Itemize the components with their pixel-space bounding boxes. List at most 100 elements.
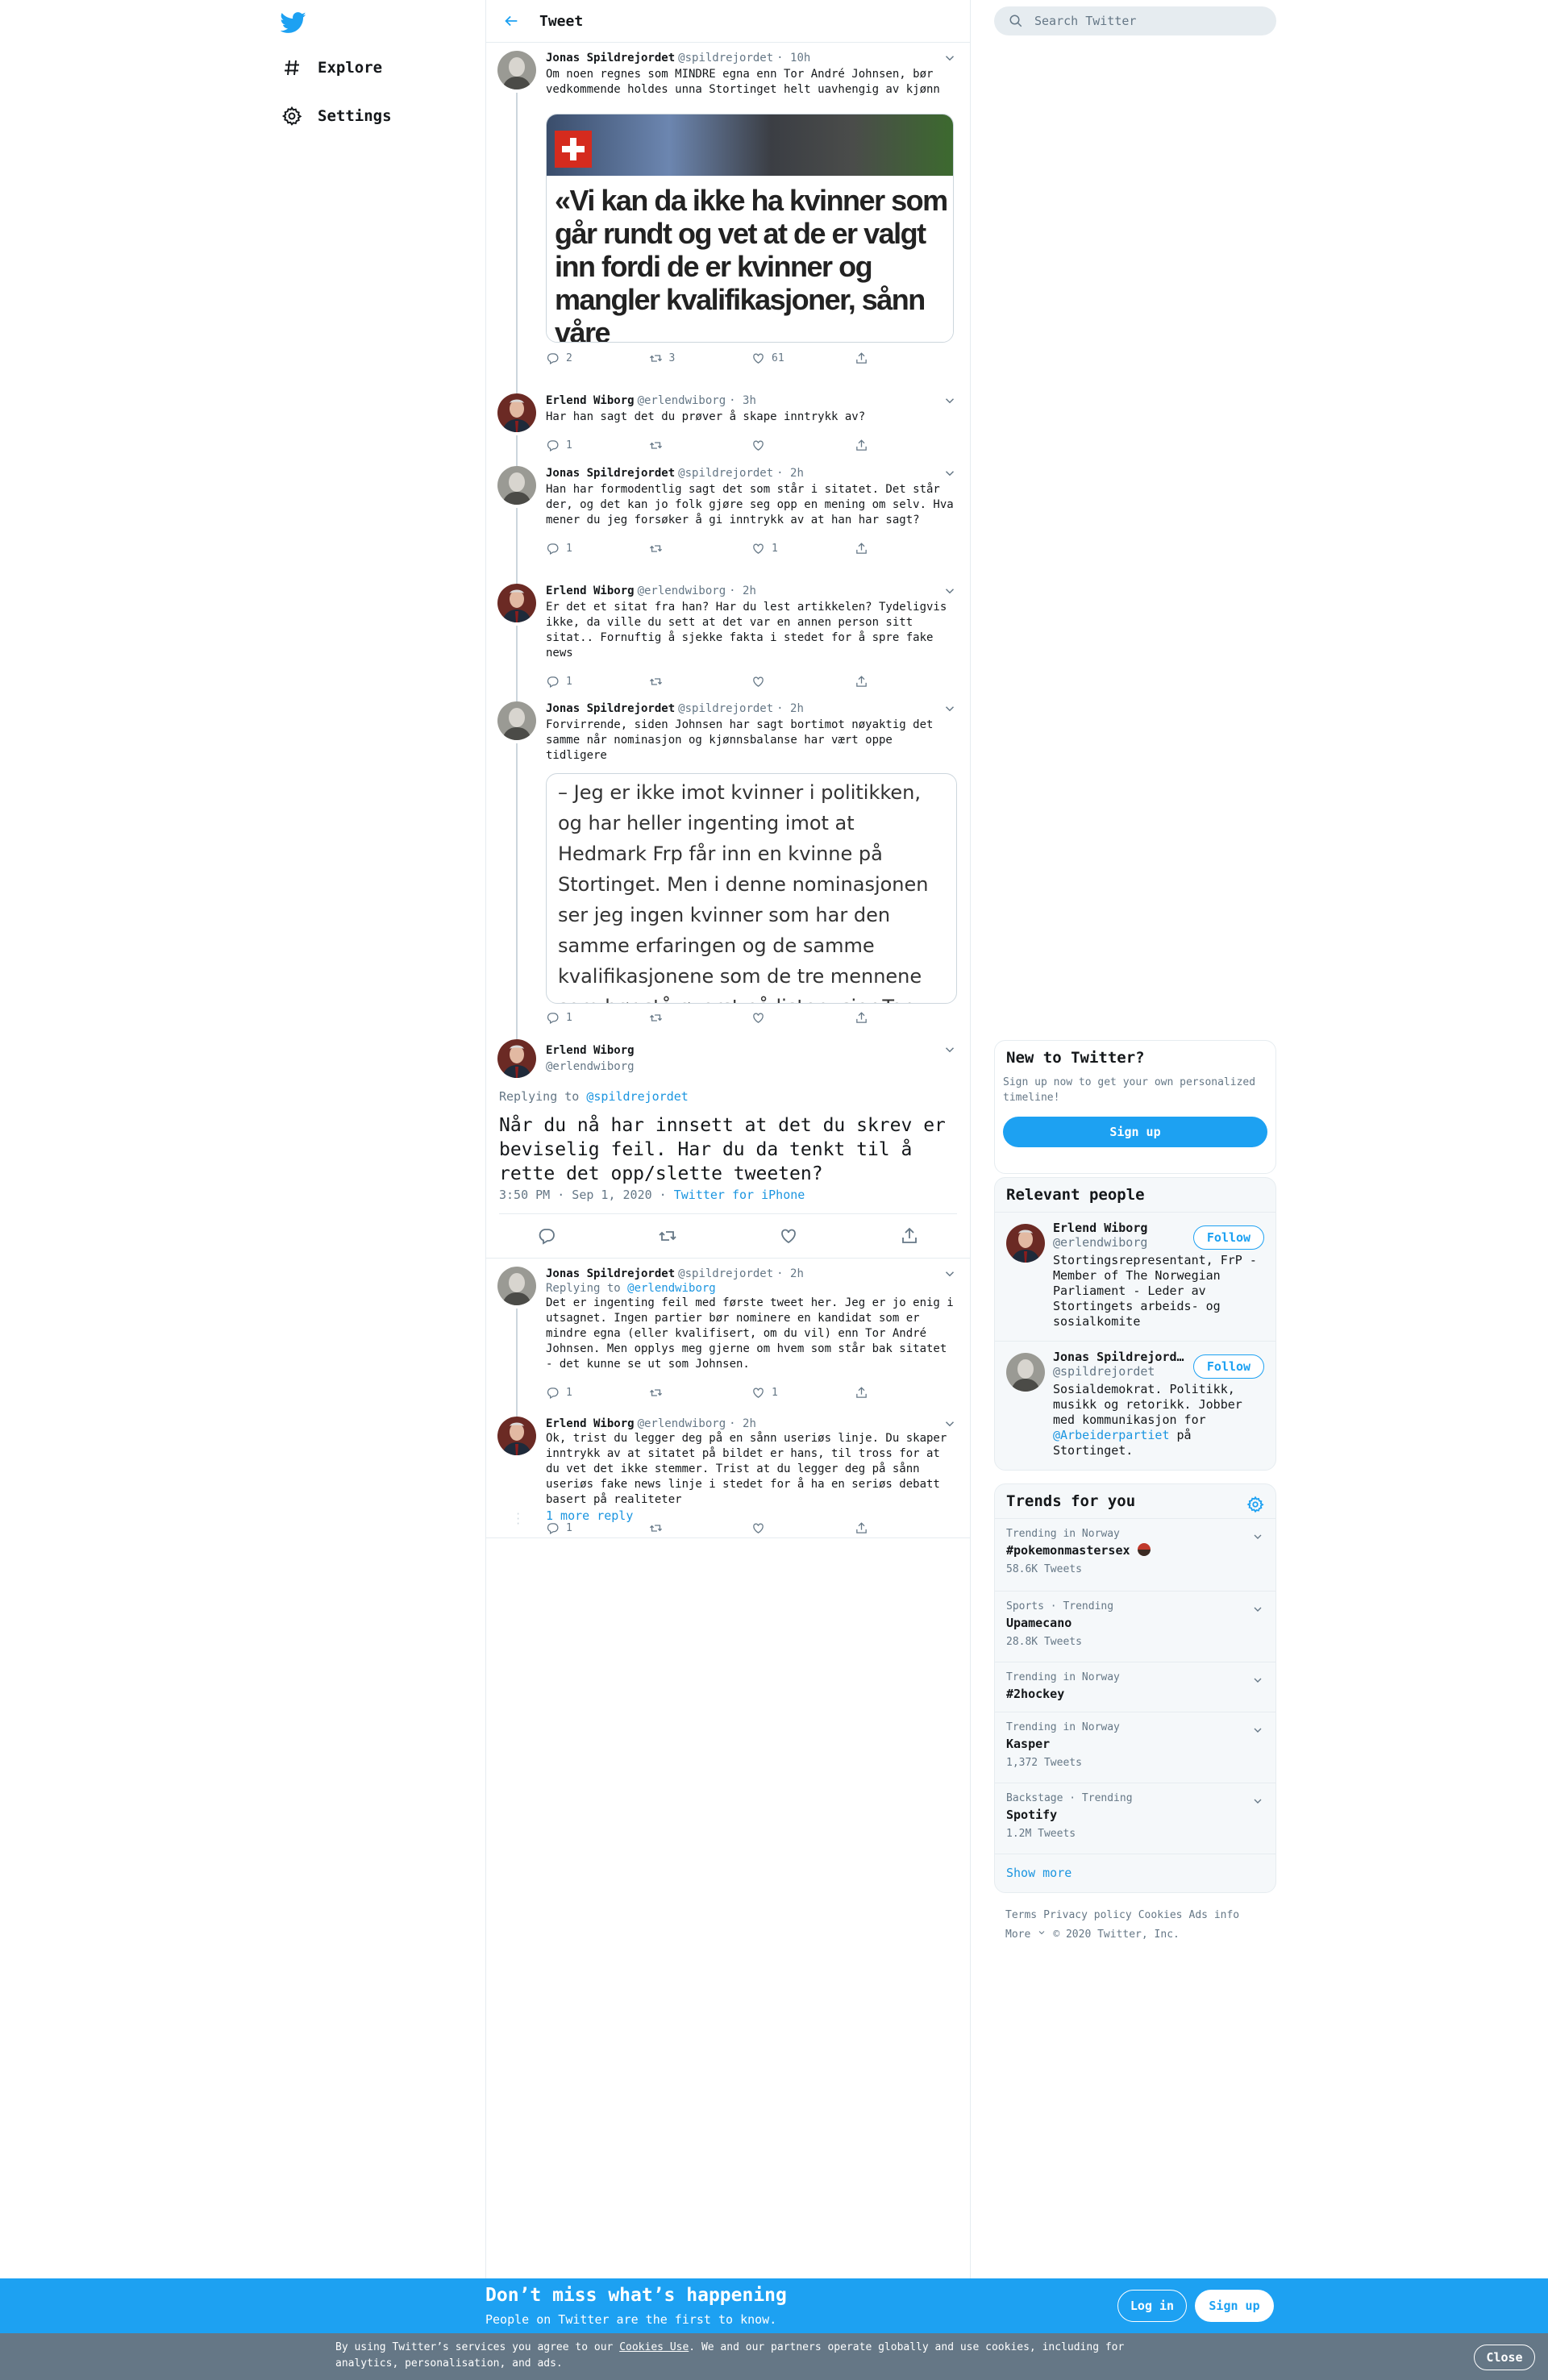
avatar[interactable] xyxy=(497,1417,536,1455)
tweet[interactable]: Jonas Spildrejordet @spildrejordet · 2h Ha… xyxy=(486,458,970,584)
trend-item[interactable]: Sports · Trending Upamecano 28.8K Tweets xyxy=(995,1591,1275,1662)
share-button[interactable] xyxy=(855,352,958,365)
chevron-down-icon[interactable] xyxy=(943,1417,957,1431)
person-item[interactable]: Erlend Wiborg @erlendwiborg Stortingsrep… xyxy=(995,1212,1275,1341)
like-button[interactable]: 1 xyxy=(751,1386,855,1400)
tweet-time[interactable]: · 10h xyxy=(776,51,810,65)
avatar[interactable] xyxy=(497,51,536,89)
chevron-down-icon[interactable] xyxy=(943,1042,957,1057)
nav-explore[interactable]: Explore xyxy=(281,52,382,84)
reply-button[interactable]: 1 xyxy=(546,1386,649,1400)
sidebar-signup-button[interactable]: Sign up xyxy=(1003,1117,1267,1147)
tweet-time[interactable]: · 2h xyxy=(776,466,804,481)
login-button[interactable]: Log in xyxy=(1117,2290,1187,2322)
tweet[interactable]: Jonas Spildrejordet @spildrejordet · 2h Re… xyxy=(486,1259,970,1417)
gear-icon[interactable] xyxy=(1246,1496,1264,1513)
author-handle[interactable]: @erlendwiborg xyxy=(638,393,726,408)
tweet[interactable]: Erlend Wiborg @erlendwiborg · 3h Har han s… xyxy=(486,385,970,466)
share-icon[interactable] xyxy=(900,1226,919,1246)
tweet-time[interactable]: · 3h xyxy=(729,393,756,408)
cookies-use-link[interactable]: Cookies Use xyxy=(619,2341,689,2353)
retweet-button[interactable] xyxy=(649,439,752,452)
tweet[interactable]: Erlend Wiborg @erlendwiborg · 2h Er det et… xyxy=(486,576,970,701)
footer-terms-link[interactable]: Terms xyxy=(1005,1909,1037,1921)
retweet-button[interactable] xyxy=(649,1386,752,1400)
back-arrow-icon[interactable] xyxy=(499,9,523,33)
author-handle[interactable]: @spildrejordet xyxy=(678,701,773,716)
chevron-down-icon[interactable] xyxy=(943,584,957,598)
author-handle[interactable]: @spildrejordet xyxy=(678,1267,773,1281)
author-handle[interactable]: @spildrejordet xyxy=(678,51,773,65)
reply-button[interactable]: 1 xyxy=(546,542,649,555)
retweet-button[interactable] xyxy=(649,542,752,555)
footer-cookies-link[interactable]: Cookies xyxy=(1138,1909,1183,1921)
tweet-time[interactable]: · 2h xyxy=(776,701,804,716)
retweet-button[interactable]: 3 xyxy=(649,352,752,365)
tweet-media-image[interactable]: «Vi kan da ikke ha kvinner som går rundt… xyxy=(546,114,954,343)
retweet-button[interactable] xyxy=(649,1011,752,1025)
like-button[interactable] xyxy=(751,675,855,689)
tweet-source-link[interactable]: Twitter for iPhone xyxy=(674,1188,805,1202)
tweet[interactable]: Jonas Spildrejordet @spildrejordet · 2h Fo… xyxy=(486,693,970,1039)
author-name[interactable]: Erlend Wiborg xyxy=(546,1417,635,1431)
person-item[interactable]: Jonas Spildrejord… @spildrejordet Sosial… xyxy=(995,1341,1275,1470)
like-button[interactable] xyxy=(751,1011,855,1025)
author-handle[interactable]: @erlendwiborg xyxy=(638,584,726,598)
author-name[interactable]: Jonas Spildrejordet xyxy=(546,51,675,65)
chevron-down-icon[interactable] xyxy=(943,393,957,408)
avatar[interactable] xyxy=(497,1267,536,1305)
chevron-down-icon[interactable] xyxy=(1251,1724,1264,1737)
avatar[interactable] xyxy=(497,584,536,622)
trend-item[interactable]: Backstage · Trending Spotify 1.2M Tweets xyxy=(995,1783,1275,1854)
footer-privacy-link[interactable]: Privacy policy xyxy=(1043,1909,1132,1921)
search-input[interactable]: Search Twitter xyxy=(994,6,1276,35)
avatar[interactable] xyxy=(1006,1353,1045,1392)
like-icon[interactable] xyxy=(779,1226,798,1246)
like-button[interactable] xyxy=(751,439,855,452)
tweet[interactable]: Erlend Wiborg @erlendwiborg · 2h Ok, trist… xyxy=(486,1408,970,1537)
reply-button[interactable]: 2 xyxy=(546,352,649,365)
share-button[interactable] xyxy=(855,1011,958,1025)
chevron-down-icon[interactable] xyxy=(1251,1795,1264,1808)
avatar[interactable] xyxy=(497,1039,536,1078)
author-name[interactable]: Erlend Wiborg xyxy=(546,1042,635,1059)
more-replies-link[interactable]: 1 more reply xyxy=(546,1508,633,1523)
reply-button[interactable]: 1 xyxy=(546,439,649,452)
avatar[interactable] xyxy=(497,701,536,740)
chevron-down-icon[interactable] xyxy=(1251,1603,1264,1616)
trend-item[interactable]: Trending in Norway #pokemonmastersex 58.… xyxy=(995,1518,1275,1591)
author-name[interactable]: Erlend Wiborg xyxy=(546,584,635,598)
author-handle[interactable]: @spildrejordet xyxy=(678,466,773,481)
share-button[interactable] xyxy=(855,1521,958,1535)
chevron-down-icon[interactable] xyxy=(943,1267,957,1281)
show-more-link[interactable]: Show more xyxy=(995,1854,1275,1891)
share-button[interactable] xyxy=(855,1386,958,1400)
like-button[interactable] xyxy=(751,1521,855,1535)
tweet-media-quote-image[interactable]: – Jeg er ikke imot kvinner i politikken,… xyxy=(546,773,957,1004)
follow-button[interactable]: Follow xyxy=(1193,1354,1264,1379)
reply-button[interactable]: 1 xyxy=(546,1521,649,1535)
tweet[interactable]: Jonas Spildrejordet @spildrejordet · 10h O… xyxy=(486,43,970,393)
footer-more-button[interactable]: More xyxy=(1005,1929,1047,1941)
reply-button[interactable]: 1 xyxy=(546,1011,649,1025)
tweet-time[interactable]: · 2h xyxy=(729,1417,756,1431)
author-handle[interactable]: @erlendwiborg xyxy=(546,1059,635,1075)
tweet-time[interactable]: · 2h xyxy=(729,584,756,598)
tweet-time[interactable]: · 2h xyxy=(776,1267,804,1281)
replying-to-link[interactable]: @spildrejordet xyxy=(586,1089,688,1104)
chevron-down-icon[interactable] xyxy=(943,466,957,481)
author-name[interactable]: Jonas Spildrejordet xyxy=(546,1267,675,1281)
like-button[interactable]: 1 xyxy=(751,542,855,555)
person-bio-link[interactable]: @Arbeiderpartiet xyxy=(1053,1428,1170,1442)
like-button[interactable]: 61 xyxy=(751,352,855,365)
reply-icon[interactable] xyxy=(537,1226,556,1246)
author-name[interactable]: Erlend Wiborg xyxy=(546,393,635,408)
nav-settings[interactable]: Settings xyxy=(281,100,392,132)
cookie-close-button[interactable]: Close xyxy=(1474,2345,1535,2370)
retweet-button[interactable] xyxy=(649,675,752,689)
share-button[interactable] xyxy=(855,675,958,689)
chevron-down-icon[interactable] xyxy=(943,51,957,65)
avatar[interactable] xyxy=(1006,1224,1045,1263)
avatar[interactable] xyxy=(497,393,536,432)
retweet-button[interactable] xyxy=(649,1521,752,1535)
